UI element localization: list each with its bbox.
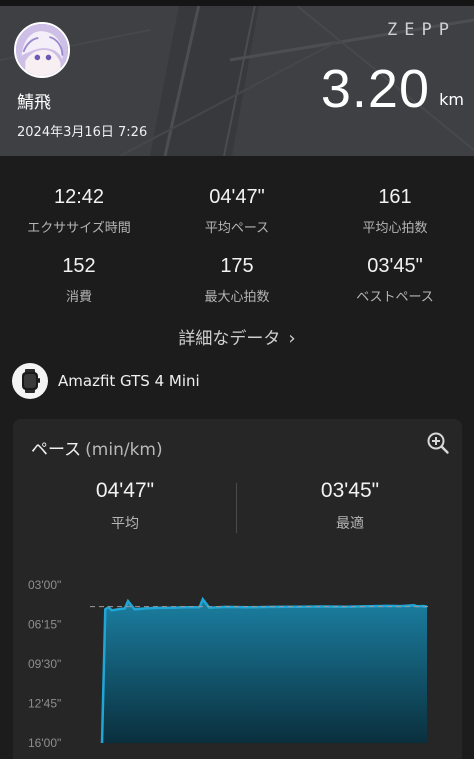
watch-icon: [12, 363, 48, 399]
y-axis-tick-label: 16'00": [28, 736, 61, 750]
pace-area: [102, 599, 427, 743]
stat-value: 12:42: [53, 186, 105, 208]
stat-average-pace: 04'47" 平均ペース: [158, 186, 316, 236]
stat-best-pace: 03'45" ベストペース: [316, 255, 474, 305]
pace-summary: 04'47" 平均 03'45" 最適: [13, 479, 462, 539]
pace-best-value: 03'45": [320, 479, 380, 502]
stat-value: 03'45": [367, 255, 423, 277]
pace-average-value: 04'47": [95, 479, 155, 502]
avatar-image: [16, 24, 68, 76]
stat-label: エクササイズ時間: [27, 221, 131, 236]
stat-calories: 152 消費: [0, 255, 158, 305]
pace-average: 04'47" 平均: [13, 479, 237, 533]
pace-card: ペース (min/km) 04'47" 平均 03'45" 最適 03'00" 06…: [13, 419, 462, 759]
device-name: Amazfit GTS 4 Mini: [58, 372, 200, 390]
stat-average-heart-rate: 161 平均心拍数: [316, 186, 474, 236]
pace-chart[interactable]: 03'00" 06'15" 09'30" 12'45" 16'00": [13, 569, 462, 759]
stat-value: 04'47": [209, 186, 265, 208]
pace-best-label: 最適: [336, 516, 364, 532]
stat-label: 平均ペース: [204, 221, 270, 236]
username: 鯖飛: [17, 93, 51, 113]
stat-exercise-time: 12:42 エクササイズ時間: [0, 186, 158, 236]
device-row[interactable]: Amazfit GTS 4 Mini: [12, 363, 200, 399]
distance-value: 3.20: [320, 59, 430, 119]
status-bar-strip: [0, 0, 474, 6]
pace-title: ペース: [31, 440, 82, 460]
y-axis-tick-label: 06'15": [28, 618, 61, 632]
distance-unit: km: [439, 90, 464, 109]
stat-label: 平均心拍数: [362, 221, 428, 236]
summary-divider: [236, 483, 237, 533]
pace-average-label: 平均: [111, 516, 139, 532]
workout-datetime: 2024年3月16日 7:26: [17, 125, 148, 140]
avatar[interactable]: [14, 22, 70, 78]
chevron-right-icon: ›: [288, 328, 296, 349]
stat-label: 消費: [65, 290, 92, 305]
pace-card-title: ペース (min/km): [31, 435, 163, 460]
stat-max-heart-rate: 175 最大心拍数: [158, 255, 316, 305]
stat-label: ベストペース: [356, 290, 434, 305]
zoom-in-icon[interactable]: [426, 431, 450, 455]
y-axis-tick-label: 03'00": [28, 578, 61, 592]
route-map-header[interactable]: 鯖飛 2024年3月16日 7:26 ZEPP 3.20 km: [0, 0, 474, 156]
stat-value: 161: [378, 186, 412, 208]
stat-value: 152: [62, 255, 96, 277]
detailed-data-label: 詳細なデータ: [178, 329, 281, 349]
brand-logo: ZEPP: [387, 20, 456, 40]
detailed-data-link[interactable]: 詳細なデータ ›: [0, 324, 474, 349]
stat-label: 最大心拍数: [204, 290, 270, 305]
y-axis-tick-label: 12'45": [28, 697, 61, 711]
stat-value: 175: [220, 255, 254, 277]
y-axis-tick-label: 09'30": [28, 657, 61, 671]
pace-unit: (min/km): [85, 440, 163, 460]
pace-best: 03'45" 最適: [238, 479, 462, 533]
